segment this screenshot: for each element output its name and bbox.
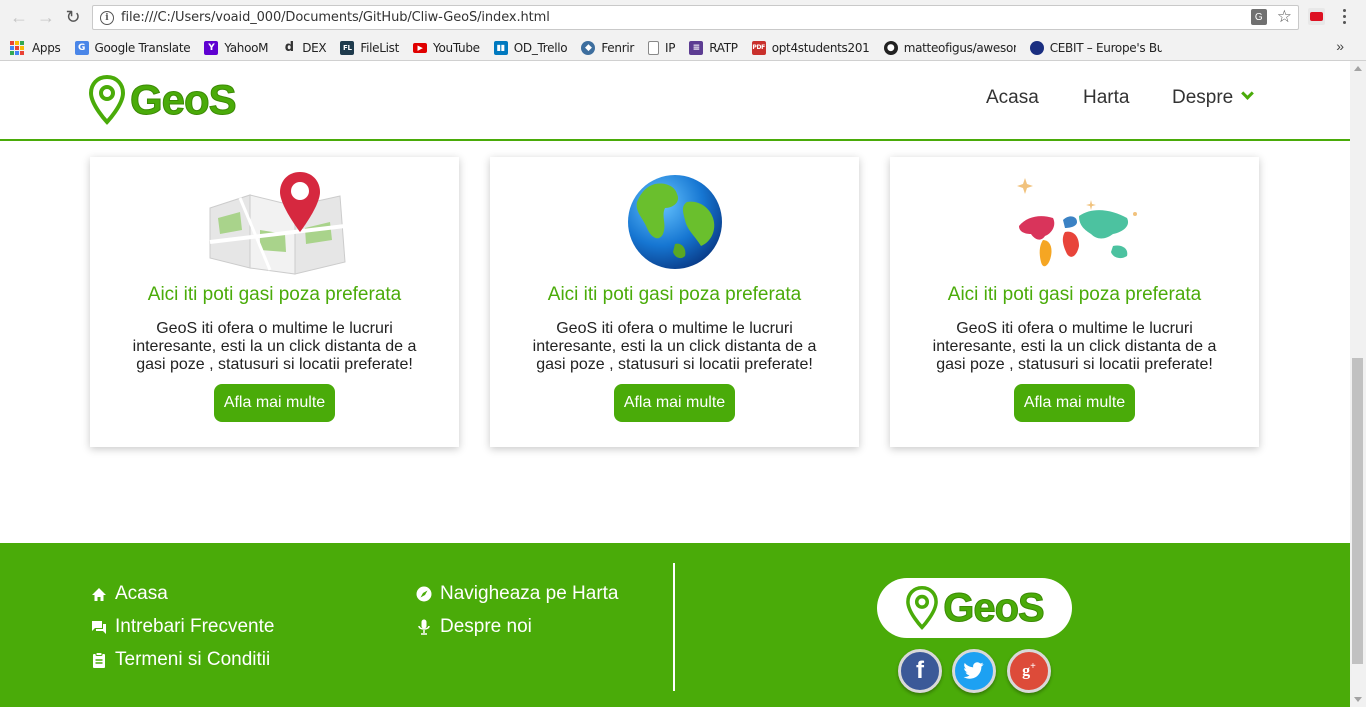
cebit-icon	[1029, 40, 1044, 55]
bookmark-opt4students[interactable]: PDFopt4students2017-20	[751, 40, 870, 55]
google-plus-icon[interactable]: g+	[1007, 649, 1051, 693]
filelist-icon: FL	[340, 40, 355, 55]
scrollbar-thumb[interactable]	[1352, 358, 1363, 664]
learn-more-button[interactable]: Afla mai multe	[1014, 384, 1135, 422]
location-pin-icon	[88, 75, 126, 125]
logo-text: GeoS	[943, 585, 1045, 630]
bookmark-filelist[interactable]: FL FileList	[340, 40, 399, 55]
pdf-icon: PDF	[751, 40, 766, 55]
card-title: Aici iti poti gasi poza preferata	[947, 284, 1202, 305]
card-text: GeoS iti ofera o multime le lucruri inte…	[132, 320, 417, 373]
nav-acasa[interactable]: Acasa	[986, 87, 1039, 109]
chevron-down-icon	[1241, 87, 1255, 100]
ratp-icon: ≡	[689, 40, 704, 55]
feature-card: Aici iti poti gasi poza preferata GeoS i…	[490, 157, 859, 447]
yahoo-icon: Y	[204, 40, 219, 55]
site-header: GeoS Acasa Harta Despre	[0, 61, 1350, 141]
footer-link-acasa[interactable]: Acasa	[91, 583, 168, 605]
bookmarks-bar: Apps G Google Translate Y YahooM d DEX FL Fi…	[0, 35, 1366, 61]
back-icon[interactable]: ←	[8, 7, 30, 29]
forum-icon	[91, 619, 107, 635]
card-title: Aici iti poti gasi poza preferata	[547, 284, 802, 305]
card-title: Aici iti poti gasi poza preferata	[147, 284, 402, 305]
footer-link-termeni[interactable]: Termeni si Conditii	[91, 649, 270, 671]
reload-icon[interactable]: ↻	[62, 7, 84, 29]
youtube-extension-icon[interactable]	[1308, 8, 1325, 25]
bookmark-fenrir[interactable]: ◆ Fenrir	[581, 40, 634, 55]
footer-link-navigheaza[interactable]: Navigheaza pe Harta	[416, 583, 619, 605]
world-map-illustration	[890, 167, 1259, 277]
site-logo[interactable]: GeoS	[88, 75, 238, 125]
forward-icon[interactable]: →	[35, 7, 57, 29]
trello-icon: ▮▮	[493, 40, 508, 55]
apps-grid-icon	[10, 40, 24, 55]
footer-divider	[673, 563, 675, 691]
microphone-icon	[416, 619, 432, 635]
nav-despre[interactable]: Despre	[1172, 87, 1255, 109]
scroll-down-icon[interactable]	[1354, 697, 1362, 702]
logo-text: GeoS	[130, 76, 238, 124]
more-bookmarks-icon[interactable]: »	[1336, 38, 1344, 54]
card-text: GeoS iti ofera o multime le lucruri inte…	[932, 320, 1217, 373]
url-text[interactable]: file:///C:/Users/voaid_000/Documents/Git…	[121, 10, 550, 25]
address-bar[interactable]: i file:///C:/Users/voaid_000/Documents/G…	[92, 5, 1299, 30]
learn-more-button[interactable]: Afla mai multe	[614, 384, 735, 422]
learn-more-button[interactable]: Afla mai multe	[214, 384, 335, 422]
github-icon: ●	[883, 40, 898, 55]
feature-card: Aici iti poti gasi poza preferata GeoS i…	[90, 157, 459, 447]
twitter-icon[interactable]	[952, 649, 996, 693]
bookmark-dex[interactable]: d DEX	[282, 39, 327, 55]
facebook-icon[interactable]: f	[898, 649, 942, 693]
map-pin-illustration	[90, 167, 459, 277]
bookmark-ip[interactable]: IP	[648, 40, 675, 55]
bookmark-ratp[interactable]: ≡ RATP	[689, 40, 738, 55]
bookmark-google-translate[interactable]: G Google Translate	[74, 40, 191, 55]
bookmark-cebit[interactable]: CEBIT – Europe's Busi	[1029, 40, 1162, 55]
bookmark-apps[interactable]: Apps	[10, 40, 61, 55]
footer-link-intrebari[interactable]: Intrebari Frecvente	[91, 616, 274, 638]
translate-icon[interactable]: G	[1250, 9, 1267, 25]
globe-illustration	[490, 167, 859, 277]
clipboard-icon	[91, 652, 107, 668]
compass-icon	[416, 586, 432, 602]
feature-card: Aici iti poti gasi poza preferata GeoS i…	[890, 157, 1259, 447]
site-footer: Acasa Intrebari Frecvente Termeni si Con…	[0, 543, 1350, 707]
location-pin-icon	[906, 586, 939, 630]
bookmark-yahoom[interactable]: Y YahooM	[204, 40, 269, 55]
bookmark-star-icon[interactable]: ☆	[1277, 8, 1292, 25]
nav-harta[interactable]: Harta	[1083, 87, 1129, 109]
footer-link-despre[interactable]: Despre noi	[416, 616, 532, 638]
footer-logo[interactable]: GeoS	[877, 578, 1072, 638]
card-text: GeoS iti ofera o multime le lucruri inte…	[532, 320, 817, 373]
browser-menu-icon[interactable]	[1343, 9, 1346, 24]
page-icon	[648, 40, 659, 55]
scroll-up-icon[interactable]	[1354, 66, 1362, 71]
youtube-icon: ▶	[413, 42, 428, 53]
bookmark-od-trello[interactable]: ▮▮ OD_Trello	[493, 40, 568, 55]
bookmark-github[interactable]: ● matteofigus/awesom	[883, 40, 1016, 55]
page-content: GeoS Acasa Harta Despre Aici iti poti ga…	[0, 61, 1350, 707]
google-translate-icon: G	[74, 40, 89, 55]
fenrir-icon: ◆	[581, 40, 596, 55]
bookmark-youtube[interactable]: ▶ YouTube	[413, 41, 480, 55]
page-scrollbar[interactable]	[1350, 61, 1366, 707]
info-icon[interactable]: i	[100, 10, 114, 25]
dex-icon: d	[284, 39, 294, 55]
home-icon	[91, 586, 107, 602]
